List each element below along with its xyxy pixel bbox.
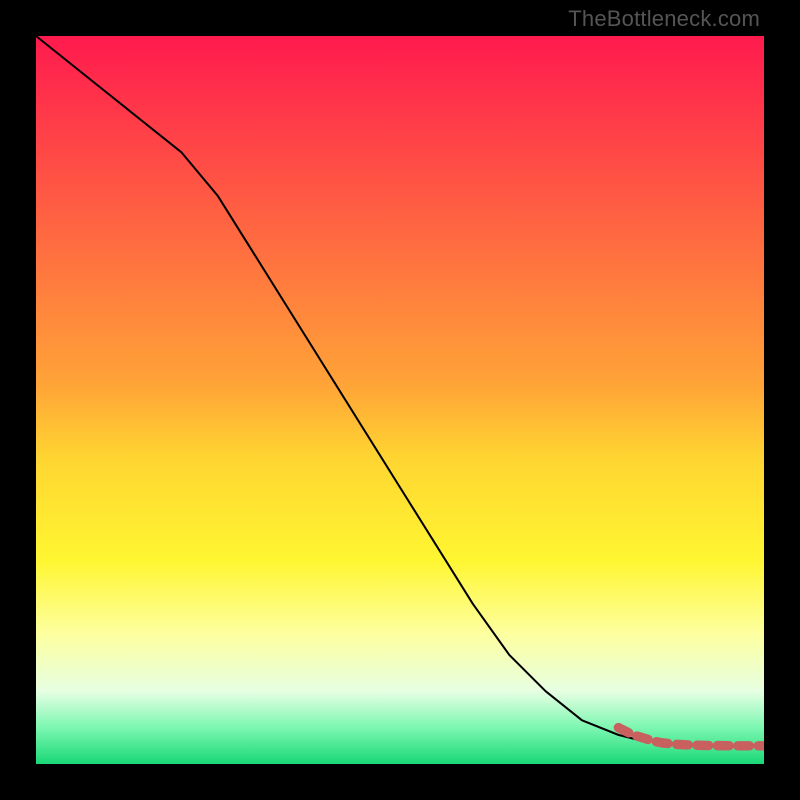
watermark-text: TheBottleneck.com: [568, 6, 760, 32]
chart-frame: TheBottleneck.com: [0, 0, 800, 800]
background-gradient: [36, 36, 764, 764]
plot-area: [36, 36, 764, 764]
